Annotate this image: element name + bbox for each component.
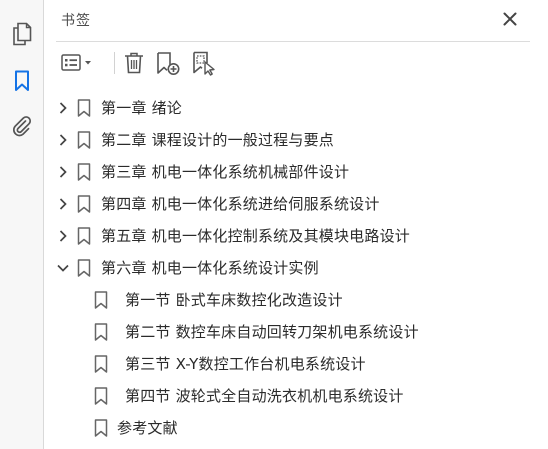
toolbar-separator: [114, 52, 115, 74]
bookmark-row[interactable]: 第二节 数控车床自动回转刀架机电系统设计: [44, 316, 548, 348]
bookmark-row[interactable]: 第五章 机电一体化控制系统及其模块电路设计: [44, 220, 548, 252]
bookmarks-toolbar: [58, 48, 528, 78]
bookmarks-panel: 书签 第一章 绪论 第二章 课程设计的一般过程与要点 第三章 机电一体化系统机械…: [44, 0, 548, 449]
bookmark-label: 第四章 机电一体化系统进给伺服系统设计: [101, 195, 380, 213]
close-icon[interactable]: [502, 11, 518, 27]
chevron-right-icon[interactable]: [56, 101, 70, 115]
bookmark-item-icon: [94, 387, 108, 405]
pages-icon[interactable]: [8, 20, 36, 48]
bookmark-label: 第一章 绪论: [101, 99, 182, 117]
chevron-right-icon[interactable]: [56, 197, 70, 211]
bookmark-item-icon: [94, 323, 108, 341]
bookmark-row[interactable]: 第一章 绪论: [44, 92, 548, 124]
bookmark-row[interactable]: 第四节 波轮式全自动洗衣机机电系统设计: [44, 380, 548, 412]
options-menu-icon[interactable]: [60, 50, 96, 76]
navigation-rail: [0, 0, 44, 449]
bookmark-label: 第二章 课程设计的一般过程与要点: [101, 131, 334, 149]
attachment-icon[interactable]: [8, 112, 36, 140]
bookmark-tree: 第一章 绪论 第二章 课程设计的一般过程与要点 第三章 机电一体化系统机械部件设…: [44, 92, 548, 444]
bookmark-row[interactable]: 第三节 X-Y数控工作台机电系统设计: [44, 348, 548, 380]
bookmark-icon[interactable]: [8, 67, 36, 95]
bookmark-row[interactable]: 参考文献: [44, 412, 548, 444]
bookmark-row[interactable]: 第二章 课程设计的一般过程与要点: [44, 124, 548, 156]
bookmark-item-icon: [94, 355, 108, 373]
bookmark-row[interactable]: 第三章 机电一体化系统机械部件设计: [44, 156, 548, 188]
bookmark-row[interactable]: 第一节 卧式车床数控化改造设计: [44, 284, 548, 316]
bookmark-item-icon: [77, 195, 91, 213]
bookmarks-window: 书签 第一章 绪论 第二章 课程设计的一般过程与要点 第三章 机电一体化系统机械…: [0, 0, 548, 449]
bookmark-item-icon: [77, 259, 91, 277]
bookmark-label: 第一节 卧式车床数控化改造设计: [125, 291, 343, 309]
bookmark-label: 第三章 机电一体化系统机械部件设计: [101, 163, 350, 181]
bookmark-label: 第六章 机电一体化系统设计实例: [101, 259, 319, 277]
header-divider: [56, 41, 530, 42]
bookmark-item-icon: [94, 419, 108, 437]
new-bookmark-icon[interactable]: [154, 50, 182, 76]
bookmark-row[interactable]: 第六章 机电一体化系统设计实例: [44, 252, 548, 284]
bookmark-item-icon: [77, 163, 91, 181]
chevron-right-icon[interactable]: [56, 165, 70, 179]
chevron-down-icon[interactable]: [56, 261, 70, 275]
chevron-right-icon[interactable]: [56, 133, 70, 147]
bookmark-item-icon: [77, 131, 91, 149]
bookmark-item-icon: [77, 99, 91, 117]
chevron-right-icon[interactable]: [56, 229, 70, 243]
bookmark-label: 第二节 数控车床自动回转刀架机电系统设计: [125, 323, 419, 341]
bookmark-row[interactable]: 第四章 机电一体化系统进给伺服系统设计: [44, 188, 548, 220]
bookmark-item-icon: [77, 227, 91, 245]
panel-title: 书签: [61, 13, 91, 29]
bookmark-label: 第五章 机电一体化控制系统及其模块电路设计: [101, 227, 410, 245]
bookmark-from-selection-icon[interactable]: [190, 50, 218, 76]
bookmark-label: 第三节 X-Y数控工作台机电系统设计: [125, 355, 366, 373]
bookmark-label: 第四节 波轮式全自动洗衣机机电系统设计: [125, 387, 404, 405]
bookmark-label: 参考文献: [117, 419, 178, 437]
bookmark-item-icon: [94, 291, 108, 309]
delete-icon[interactable]: [122, 50, 146, 76]
